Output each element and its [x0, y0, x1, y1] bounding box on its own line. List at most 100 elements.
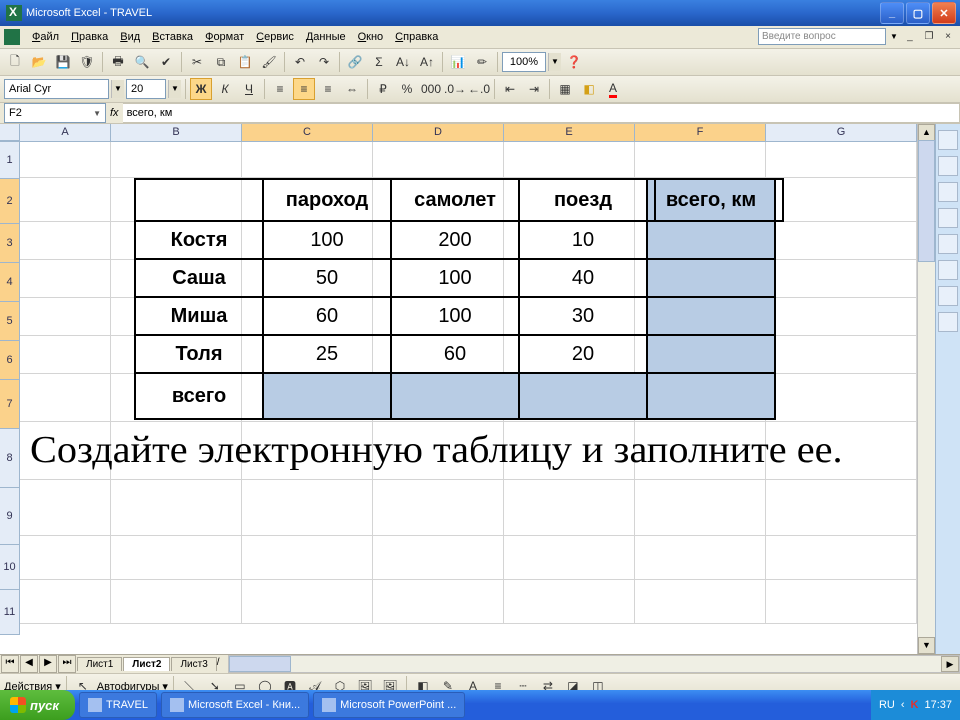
cell-G10[interactable] [766, 536, 917, 580]
scroll-thumb[interactable] [918, 140, 935, 262]
hyperlink-icon[interactable]: 🔗 [344, 51, 366, 73]
wordart-caption[interactable]: Создайте электронную таблицу и заполните… [30, 428, 843, 472]
row-head-4[interactable]: 4 [0, 263, 20, 302]
col-head-C[interactable]: C [242, 124, 373, 141]
sort-desc-icon[interactable]: A↑ [416, 51, 438, 73]
tray-chevron-icon[interactable]: ‹ [901, 699, 905, 711]
cell-C9[interactable] [242, 480, 373, 536]
cell-D10[interactable] [373, 536, 504, 580]
sheet-tab-Лист2[interactable]: Лист2 [123, 657, 170, 671]
drawing-icon[interactable]: ✏ [471, 51, 493, 73]
cell-B11[interactable] [111, 580, 242, 624]
help-question-box[interactable]: Введите вопрос [758, 28, 886, 45]
cell-F9[interactable] [635, 480, 766, 536]
worksheet-grid[interactable]: ABCDEFG 1234567891011 пароходсамолетпоез… [0, 124, 917, 654]
redo-icon[interactable]: ↷ [313, 51, 335, 73]
decrease-decimal-icon[interactable]: ←.0 [468, 78, 490, 100]
tab-next-icon[interactable]: ▶ [39, 655, 57, 673]
col-head-D[interactable]: D [373, 124, 504, 141]
increase-decimal-icon[interactable]: .0→ [444, 78, 466, 100]
taskpane-icon[interactable] [938, 130, 958, 150]
underline-button[interactable]: Ч [238, 78, 260, 100]
taskpane-icon[interactable] [938, 182, 958, 202]
permission-icon[interactable]: 🛡 [76, 51, 98, 73]
col-head-F[interactable]: F [635, 124, 766, 141]
hscroll-thumb[interactable] [229, 656, 291, 672]
sheet-tab-Лист3[interactable]: Лист3 [171, 657, 216, 671]
autosum-icon[interactable]: Σ [368, 51, 390, 73]
row-head-9[interactable]: 9 [0, 488, 20, 545]
font-name-combo[interactable]: Arial Cyr [4, 79, 109, 99]
help-icon[interactable]: ❓ [563, 51, 585, 73]
sheet-tab-Лист1[interactable]: Лист1 [77, 657, 122, 671]
zoom-dropdown-icon[interactable]: ▼ [548, 53, 561, 71]
cell-A7[interactable] [20, 374, 111, 422]
scroll-up-icon[interactable]: ▲ [918, 124, 935, 141]
cell-A10[interactable] [20, 536, 111, 580]
workbook-close-button[interactable]: × [941, 31, 955, 43]
row-head-6[interactable]: 6 [0, 341, 20, 380]
row-head-8[interactable]: 8 [0, 429, 20, 488]
cell-E1[interactable] [504, 142, 635, 178]
spelling-icon[interactable]: ✔ [155, 51, 177, 73]
cell-G2[interactable] [766, 178, 917, 222]
scroll-right-icon[interactable]: ▶ [941, 656, 959, 672]
font-name-dropdown-icon[interactable]: ▼ [111, 80, 124, 98]
taskpane-icon[interactable] [938, 286, 958, 306]
scroll-down-icon[interactable]: ▼ [918, 637, 935, 654]
taskbar-app-button[interactable]: TRAVEL [79, 692, 157, 718]
cell-G5[interactable] [766, 298, 917, 336]
undo-icon[interactable]: ↶ [289, 51, 311, 73]
sort-asc-icon[interactable]: A↓ [392, 51, 414, 73]
taskpane-icon[interactable] [938, 312, 958, 332]
borders-icon[interactable]: ▦ [554, 78, 576, 100]
menu-Справка[interactable]: Справка [389, 29, 444, 45]
cell-G4[interactable] [766, 260, 917, 298]
percent-icon[interactable]: % [396, 78, 418, 100]
cell-A11[interactable] [20, 580, 111, 624]
cell-A1[interactable] [20, 142, 111, 178]
cell-C1[interactable] [242, 142, 373, 178]
cell-G7[interactable] [766, 374, 917, 422]
row-head-1[interactable]: 1 [0, 142, 20, 179]
name-box-dropdown-icon[interactable]: ▼ [93, 109, 101, 118]
cell-C10[interactable] [242, 536, 373, 580]
workbook-minimize-button[interactable]: _ [903, 31, 917, 43]
cell-G11[interactable] [766, 580, 917, 624]
cell-G6[interactable] [766, 336, 917, 374]
row-head-2[interactable]: 2 [0, 179, 20, 224]
print-preview-icon[interactable]: 🔍 [131, 51, 153, 73]
col-head-G[interactable]: G [766, 124, 917, 141]
cell-G1[interactable] [766, 142, 917, 178]
tab-last-icon[interactable]: ⏭ [58, 655, 76, 673]
align-right-icon[interactable]: ≡ [317, 78, 339, 100]
menu-Формат[interactable]: Формат [199, 29, 250, 45]
menu-Данные[interactable]: Данные [300, 29, 352, 45]
system-tray[interactable]: RU ‹ K 17:37 [871, 690, 960, 720]
menu-Сервис[interactable]: Сервис [250, 29, 300, 45]
format-painter-icon[interactable]: 🖌 [258, 51, 280, 73]
row-head-11[interactable]: 11 [0, 590, 20, 635]
window-close-button[interactable]: ✕ [932, 2, 956, 24]
cell-G9[interactable] [766, 480, 917, 536]
merge-center-icon[interactable]: ⇔ [341, 78, 363, 100]
taskbar-app-button[interactable]: Microsoft Excel - Кни... [161, 692, 309, 718]
cell-E11[interactable] [504, 580, 635, 624]
select-all-corner[interactable] [0, 124, 20, 141]
cell-D9[interactable] [373, 480, 504, 536]
cell-A3[interactable] [20, 222, 111, 260]
row-head-10[interactable]: 10 [0, 545, 20, 590]
menu-Вид[interactable]: Вид [114, 29, 146, 45]
row-head-7[interactable]: 7 [0, 380, 20, 429]
col-head-B[interactable]: B [111, 124, 242, 141]
currency-icon[interactable]: ₽ [372, 78, 394, 100]
font-size-combo[interactable]: 20 [126, 79, 166, 99]
cell-A2[interactable] [20, 178, 111, 222]
align-center-icon[interactable]: ≡ [293, 78, 315, 100]
cell-G3[interactable] [766, 222, 917, 260]
start-button[interactable]: пуск [0, 690, 75, 720]
new-icon[interactable]: 🗋 [4, 51, 26, 73]
cell-A9[interactable] [20, 480, 111, 536]
menu-Окно[interactable]: Окно [352, 29, 390, 45]
workbook-restore-button[interactable]: ❐ [922, 31, 936, 43]
